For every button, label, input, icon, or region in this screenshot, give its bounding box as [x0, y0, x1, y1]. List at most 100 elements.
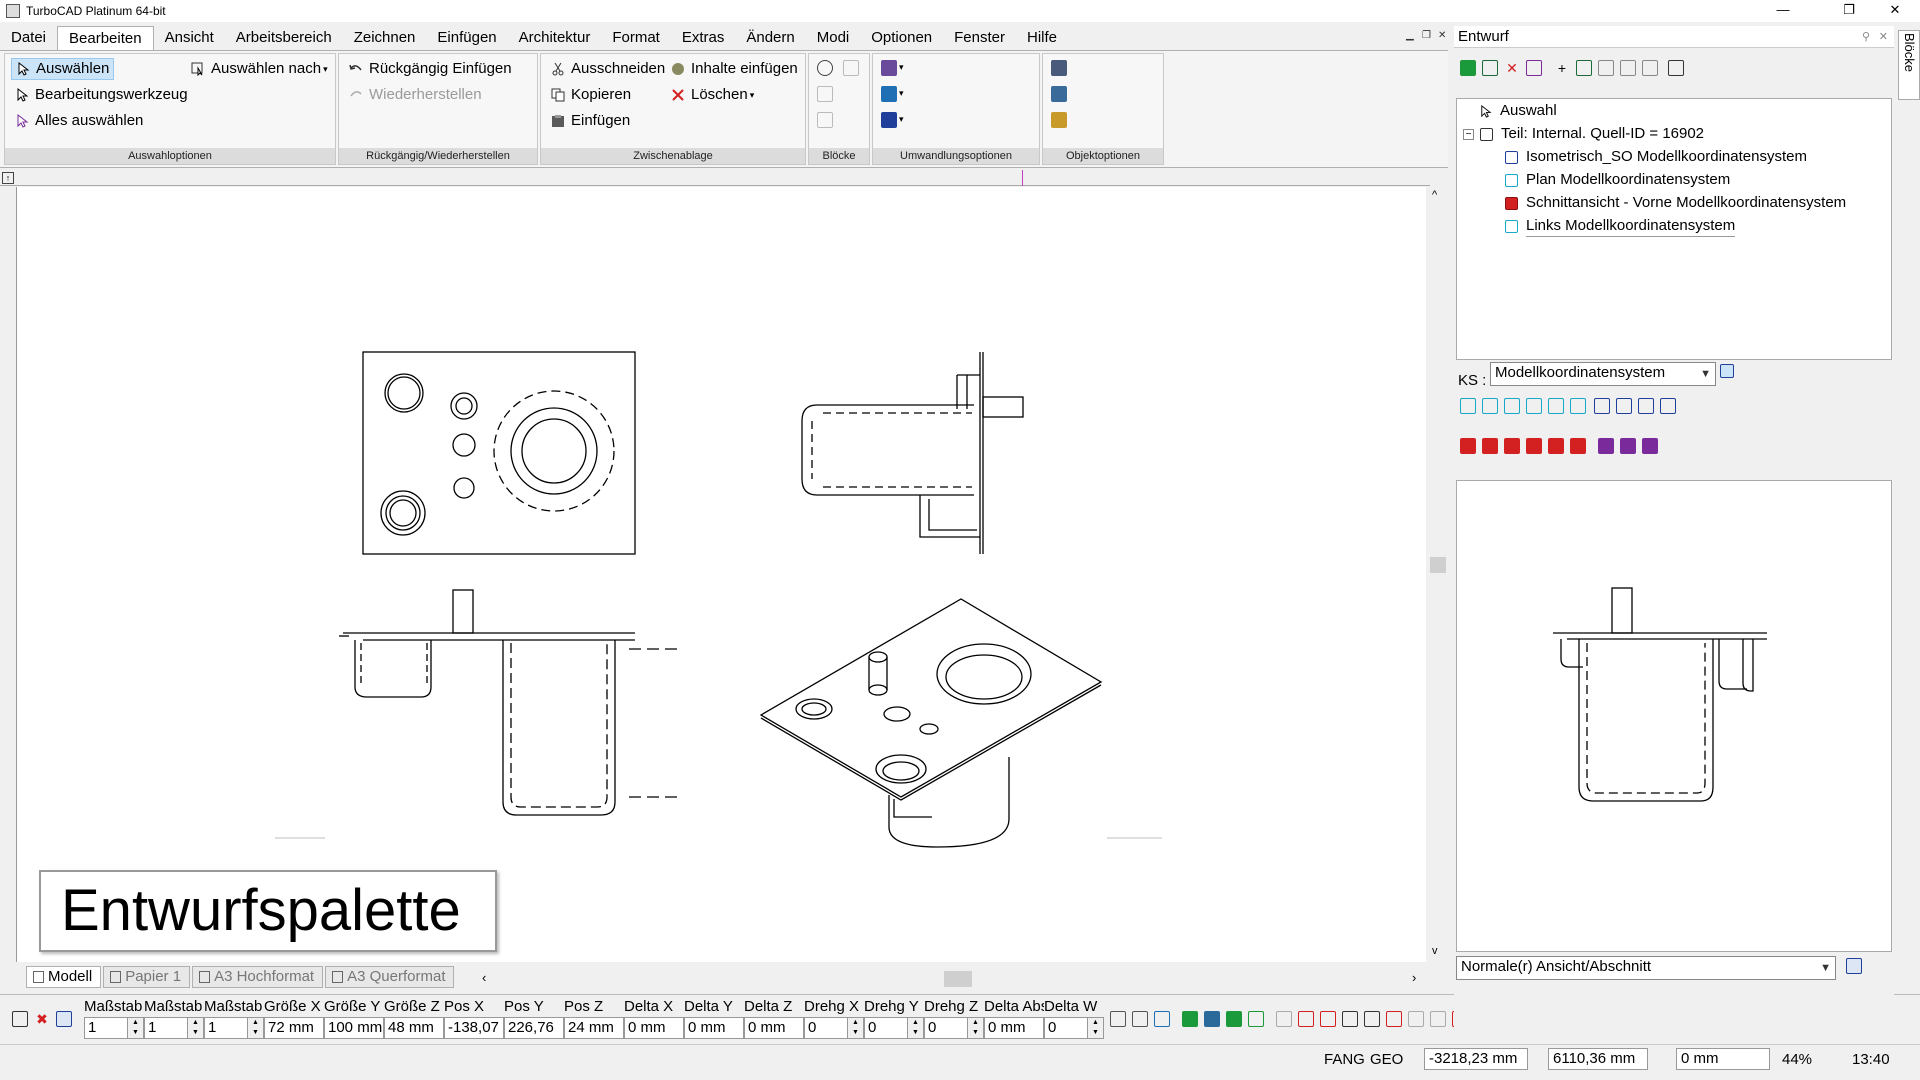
view-cube-icon-2[interactable]: [1482, 398, 1498, 414]
menu-arbeitsbereich[interactable]: Arbeitsbereich: [225, 26, 343, 50]
tree-item-isometric[interactable]: Isometrisch_SO Modellkoordinatensystem: [1505, 147, 1807, 167]
scale-z-spinner[interactable]: ▲ ▼: [247, 1018, 263, 1038]
size-x-input[interactable]: 72 mm: [264, 1017, 324, 1039]
panel-copy-icon[interactable]: [1576, 60, 1592, 76]
undo-button[interactable]: Rückgängig Einfügen: [345, 58, 512, 80]
snap-icon-4[interactable]: [1342, 1011, 1358, 1027]
menu-einfuegen[interactable]: Einfügen: [426, 26, 507, 50]
delta-w-spinner[interactable]: ▲ ▼: [1087, 1018, 1103, 1038]
ks-settings-icon[interactable]: [1720, 364, 1734, 378]
close-button[interactable]: ✕: [1872, 0, 1918, 22]
section-icon-6[interactable]: [1570, 438, 1586, 454]
cut-button[interactable]: Ausschneiden: [547, 58, 665, 80]
section-iso-icon-3[interactable]: [1642, 438, 1658, 454]
inspector-table-icon[interactable]: [56, 1011, 72, 1027]
scroll-right-icon[interactable]: ›: [1412, 970, 1416, 985]
tree-item-left[interactable]: Links Modellkoordinatensystem: [1505, 216, 1736, 237]
menu-bearbeiten[interactable]: Bearbeiten: [57, 26, 154, 50]
section-iso-icon-1[interactable]: [1598, 438, 1614, 454]
view-cube-icon-1[interactable]: [1460, 398, 1476, 414]
snap-mode-icon-3[interactable]: [1154, 1011, 1170, 1027]
transform-rotate-chevron-icon[interactable]: ▾: [899, 114, 904, 125]
tool-option-icon-2[interactable]: [1204, 1011, 1220, 1027]
select-by-dropdown[interactable]: Auswählen nach ▾: [187, 58, 328, 80]
doc-minimize-icon[interactable]: ▁: [1406, 30, 1414, 41]
panel-edit-icon[interactable]: [1482, 60, 1498, 76]
copy-button[interactable]: Kopieren: [547, 84, 631, 106]
transform-rotate-icon[interactable]: [881, 112, 897, 128]
pos-x-input[interactable]: -138,07: [444, 1017, 504, 1039]
rot-z-input[interactable]: 0 ▲ ▼: [924, 1017, 984, 1039]
collapse-icon[interactable]: −: [1463, 128, 1474, 140]
menu-optionen[interactable]: Optionen: [860, 26, 943, 50]
tool-option-icon-1[interactable]: [1182, 1011, 1198, 1027]
transform-move-chevron-icon[interactable]: ▾: [899, 88, 904, 99]
rot-x-spinner[interactable]: ▲ ▼: [847, 1018, 863, 1038]
paste-special-button[interactable]: Inhalte einfügen: [667, 58, 798, 80]
size-y-input[interactable]: 100 mm: [324, 1017, 384, 1039]
restore-button[interactable]: ❐: [1826, 0, 1872, 22]
view-mode-table-icon[interactable]: [1846, 958, 1862, 974]
rot-y-input[interactable]: 0 ▲ ▼: [864, 1017, 924, 1039]
view-iso-icon-1[interactable]: [1594, 398, 1610, 414]
panel-pin-icon[interactable]: ⚲: [1862, 26, 1870, 48]
view-iso-icon-4[interactable]: [1660, 398, 1676, 414]
ks-select[interactable]: Modellkoordinatensystem ▼: [1490, 362, 1716, 386]
panel-delete-icon[interactable]: ✕: [1504, 60, 1520, 76]
coord-x-field[interactable]: -3218,23 mm: [1424, 1048, 1528, 1070]
menu-hilfe[interactable]: Hilfe: [1016, 26, 1068, 50]
rot-x-input[interactable]: 0 ▲ ▼: [804, 1017, 864, 1039]
tree-item-auswahl[interactable]: Auswahl: [1479, 101, 1557, 121]
panel-tool-icon-2[interactable]: [1620, 60, 1636, 76]
menu-datei[interactable]: Datei: [0, 26, 57, 50]
section-icon-5[interactable]: [1548, 438, 1564, 454]
snap-icon-8[interactable]: [1430, 1011, 1446, 1027]
panel-rename-icon[interactable]: [1526, 60, 1542, 76]
object-properties-icon[interactable]: [1051, 60, 1067, 76]
panel-tool-icon-1[interactable]: [1598, 60, 1614, 76]
tool-option-icon-3[interactable]: [1226, 1011, 1242, 1027]
delta-w-input[interactable]: 0 ▲ ▼: [1044, 1017, 1104, 1039]
scroll-left-icon[interactable]: ‹: [482, 970, 486, 985]
pos-y-input[interactable]: 226,76: [504, 1017, 564, 1039]
doc-restore-icon[interactable]: ❐: [1422, 30, 1431, 41]
view-iso-icon-2[interactable]: [1616, 398, 1632, 414]
view-mode-select[interactable]: Normale(r) Ansicht/Abschnitt ▼: [1456, 956, 1836, 980]
panel-add-icon[interactable]: +: [1554, 60, 1570, 76]
menu-zeichnen[interactable]: Zeichnen: [343, 26, 427, 50]
section-icon-3[interactable]: [1504, 438, 1520, 454]
view-cube-icon-4[interactable]: [1526, 398, 1542, 414]
menu-extras[interactable]: Extras: [671, 26, 736, 50]
delta-y-input[interactable]: 0 mm: [684, 1017, 744, 1039]
block-create-icon[interactable]: [817, 60, 833, 76]
view-cube-icon-6[interactable]: [1570, 398, 1586, 414]
delete-dropdown[interactable]: Löschen ▾: [667, 84, 754, 106]
scroll-up-icon[interactable]: ^: [1432, 189, 1437, 201]
select-button[interactable]: Auswählen: [11, 58, 115, 80]
select-all-button[interactable]: Alles auswählen: [11, 110, 143, 132]
tab-modell[interactable]: Modell: [26, 966, 102, 988]
horizontal-scroll-thumb[interactable]: [944, 971, 972, 987]
transform-move-icon[interactable]: [881, 86, 897, 102]
side-tab-bloecke[interactable]: Blöcke: [1898, 30, 1920, 100]
redo-button[interactable]: Wiederherstellen: [345, 84, 482, 106]
panel-tool-icon-4[interactable]: [1668, 60, 1684, 76]
panel-close-icon[interactable]: ✕: [1879, 26, 1888, 48]
doc-close-icon[interactable]: ✕: [1438, 30, 1446, 41]
size-z-input[interactable]: 48 mm: [384, 1017, 444, 1039]
menu-architektur[interactable]: Architektur: [508, 26, 602, 50]
scale-x-spinner[interactable]: ▲ ▼: [127, 1018, 143, 1038]
tab-a3-querformat[interactable]: A3 Querformat: [325, 966, 455, 988]
panel-new-icon[interactable]: [1460, 60, 1476, 76]
horizontal-scrollbar[interactable]: ‹ ›: [478, 968, 1428, 990]
scroll-down-icon[interactable]: v: [1432, 945, 1438, 957]
tree-item-section-front[interactable]: Schnittansicht - Vorne Modellkoordinaten…: [1505, 193, 1846, 213]
rot-y-spinner[interactable]: ▲ ▼: [907, 1018, 923, 1038]
drawing-canvas[interactable]: Entwurfspalette: [16, 187, 1426, 962]
vertical-scroll-thumb[interactable]: [1430, 557, 1446, 573]
section-icon-4[interactable]: [1526, 438, 1542, 454]
coord-y-field[interactable]: 6110,36 mm: [1548, 1048, 1648, 1070]
menu-format[interactable]: Format: [601, 26, 671, 50]
snap-mode-icon-1[interactable]: [1110, 1011, 1126, 1027]
delta-x-input[interactable]: 0 mm: [624, 1017, 684, 1039]
